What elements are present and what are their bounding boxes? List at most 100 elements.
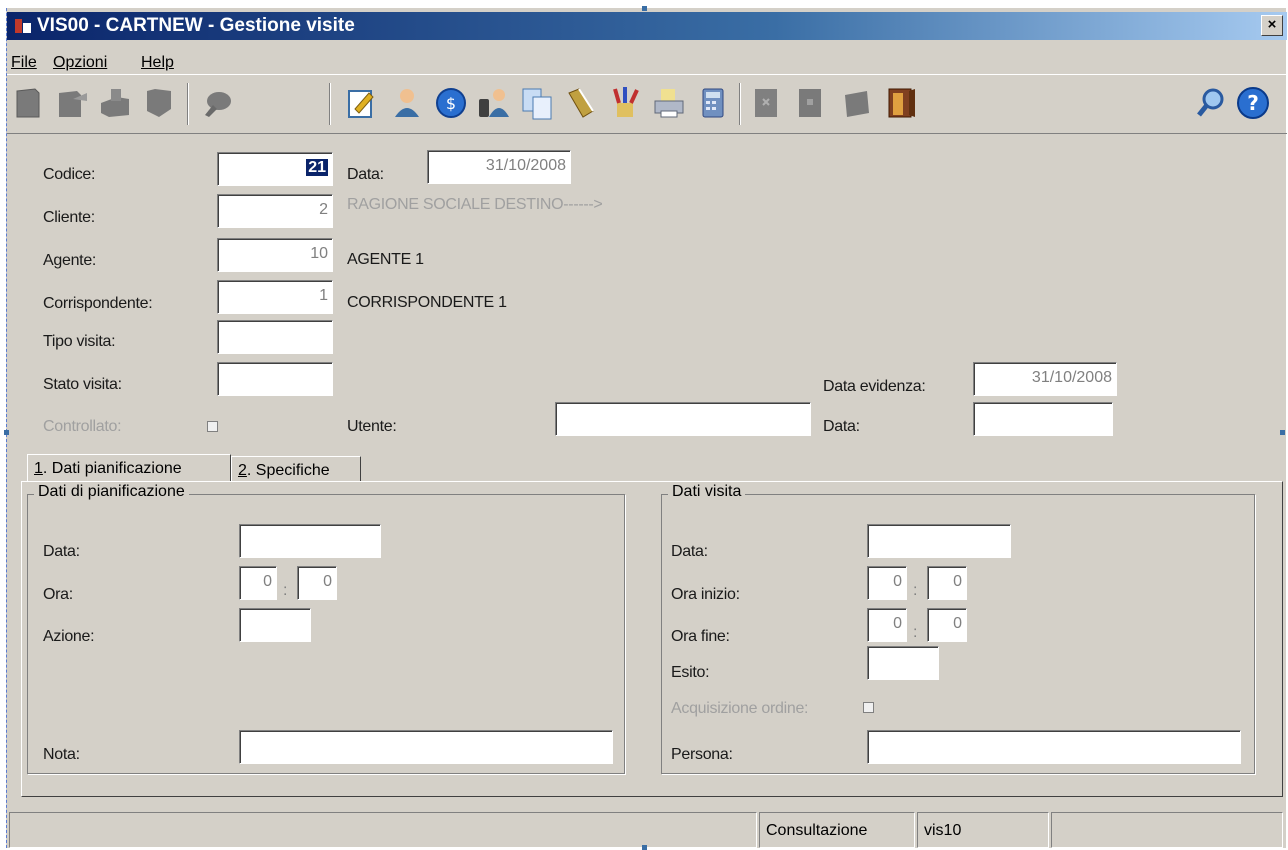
resize-handle-top[interactable]: [642, 6, 647, 11]
edit-record-icon[interactable]: [55, 85, 91, 121]
data-evidenza-field[interactable]: 31/10/2008: [973, 362, 1117, 396]
data2-label: Data:: [823, 418, 860, 435]
pian-ora-minute-field[interactable]: 0: [297, 566, 337, 600]
status-mode: Consultazione: [759, 812, 915, 848]
utente-label: Utente:: [347, 418, 397, 435]
resize-handle-left[interactable]: [4, 430, 9, 435]
data2-field[interactable]: [973, 402, 1113, 436]
status-extra-pane: [1051, 812, 1283, 848]
data-label: Data:: [347, 166, 384, 183]
pian-azione-field[interactable]: [239, 608, 311, 642]
contacts-icon[interactable]: [389, 85, 425, 121]
block-icon-2[interactable]: [839, 85, 875, 121]
stato-visita-label: Stato visita:: [43, 376, 122, 393]
visita-persona-field[interactable]: [867, 730, 1241, 764]
status-form-code: vis10: [917, 812, 1049, 848]
corrispondente-label: Corrispondente:: [43, 295, 153, 312]
codice-value: 21: [306, 159, 328, 176]
calculator-icon[interactable]: [695, 85, 731, 121]
window-title: VIS00 - CARTNEW - Gestione visite: [37, 15, 355, 36]
pianificazione-title: Dati di pianificazione: [34, 483, 189, 501]
pian-ora-colon: :: [283, 582, 288, 599]
controllato-label: Controllato:: [43, 418, 122, 435]
agente-description: AGENTE 1: [347, 251, 424, 268]
grid-icon[interactable]: [749, 85, 785, 121]
visita-persona-label: Persona:: [671, 746, 733, 763]
visita-title: Dati visita: [668, 483, 746, 501]
menu-bar: File Opzioni Help: [7, 41, 1287, 71]
menu-opzioni[interactable]: Opzioni: [53, 54, 107, 72]
copy-icon[interactable]: [519, 85, 555, 121]
agente-field[interactable]: 10: [217, 238, 333, 272]
visita-ora-inizio-hour-field[interactable]: 0: [867, 566, 907, 600]
tab-2-key: 2: [238, 462, 247, 479]
tab-2-label: . Specifiche: [246, 462, 330, 479]
new-record-icon[interactable]: [11, 85, 47, 121]
delete-record-icon[interactable]: [141, 85, 177, 121]
cliente-description: RAGIONE SOCIALE DESTINO------>: [347, 196, 603, 213]
status-message-pane: [9, 812, 757, 848]
pian-ora-label: Ora:: [43, 586, 73, 603]
resize-handle-right[interactable]: [1280, 430, 1285, 435]
codice-field[interactable]: 21: [217, 152, 333, 186]
print-icon[interactable]: [651, 85, 687, 121]
toolbar-separator: [329, 83, 331, 125]
data-field[interactable]: 31/10/2008: [427, 150, 571, 184]
money-icon[interactable]: $: [433, 85, 469, 121]
exit-icon[interactable]: [883, 85, 919, 121]
tab-specifiche[interactable]: 2. Specifiche: [231, 456, 361, 482]
tab-dati-pianificazione[interactable]: 1. Dati pianificazione: [27, 454, 231, 482]
cliente-label: Cliente:: [43, 209, 95, 226]
toolbar-separator: [739, 83, 741, 125]
visita-ora-fine-minute-field[interactable]: 0: [927, 608, 967, 642]
pian-azione-label: Azione:: [43, 628, 95, 645]
visita-ora-inizio-label: Ora inizio:: [671, 586, 740, 603]
menu-help[interactable]: Help: [141, 54, 174, 72]
agents-icon[interactable]: [475, 85, 511, 121]
acquisizione-ordine-checkbox[interactable]: [863, 702, 874, 713]
menu-file-label: File: [11, 54, 37, 71]
search-icon[interactable]: [199, 85, 235, 121]
agente-label: Agente:: [43, 252, 97, 269]
notepad-icon[interactable]: [343, 85, 379, 121]
block-icon[interactable]: [793, 85, 829, 121]
pian-nota-label: Nota:: [43, 746, 80, 763]
menu-opzioni-label: Opzioni: [53, 54, 108, 71]
toolbar-separator: [187, 83, 189, 125]
controllato-checkbox[interactable]: [207, 421, 218, 432]
save-record-icon[interactable]: [97, 85, 133, 121]
toolbar: $ ?: [7, 74, 1287, 134]
close-button[interactable]: ×: [1261, 15, 1283, 36]
pian-data-field[interactable]: [239, 524, 381, 558]
menu-help-label: Help: [141, 54, 174, 71]
visita-ora-fine-hour-field[interactable]: 0: [867, 608, 907, 642]
visita-ora-fine-colon: :: [913, 624, 918, 641]
tipo-visita-field[interactable]: [217, 320, 333, 354]
title-bar[interactable]: VIS00 - CARTNEW - Gestione visite ×: [7, 12, 1287, 40]
svg-text:?: ?: [1247, 91, 1259, 115]
stato-visita-field[interactable]: [217, 362, 333, 396]
acquisizione-ordine-label: Acquisizione ordine:: [671, 700, 809, 717]
tab-1-label: . Dati pianificazione: [42, 460, 182, 477]
visita-esito-field[interactable]: [867, 646, 939, 680]
menu-file[interactable]: File: [11, 54, 37, 72]
codice-label: Codice:: [43, 166, 96, 183]
svg-text:$: $: [446, 94, 456, 113]
resize-handle-bottom[interactable]: [642, 845, 647, 850]
pian-nota-field[interactable]: [239, 730, 613, 764]
tipo-visita-label: Tipo visita:: [43, 333, 116, 350]
data-evidenza-label: Data evidenza:: [823, 378, 926, 395]
help-icon[interactable]: ?: [1235, 85, 1271, 121]
pian-ora-hour-field[interactable]: 0: [239, 566, 277, 600]
cliente-field[interactable]: 2: [217, 194, 333, 228]
visita-ora-inizio-minute-field[interactable]: 0: [927, 566, 967, 600]
visita-ora-inizio-colon: :: [913, 582, 918, 599]
find-icon[interactable]: [1193, 85, 1229, 121]
app-icon: [15, 19, 31, 33]
utente-field[interactable]: [555, 402, 811, 436]
book-icon[interactable]: [563, 85, 599, 121]
corrispondente-field[interactable]: 1: [217, 280, 333, 314]
visita-data-field[interactable]: [867, 524, 1011, 558]
pens-icon[interactable]: [607, 85, 643, 121]
application-window: VIS00 - CARTNEW - Gestione visite × File…: [6, 8, 1287, 848]
